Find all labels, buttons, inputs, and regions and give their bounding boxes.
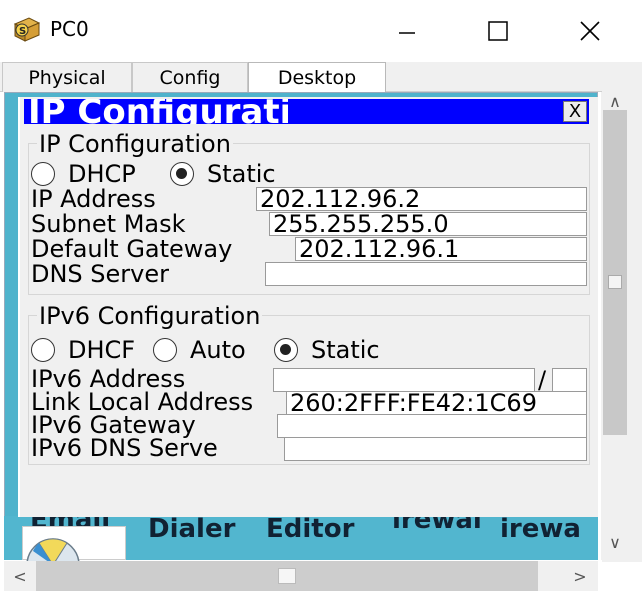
dns-server-field[interactable] — [265, 262, 587, 286]
window-bottom-edge — [0, 594, 642, 608]
default-gateway-label: Default Gateway — [31, 235, 233, 263]
ipv6-auto-radio[interactable] — [153, 338, 177, 362]
ipv6-address-field[interactable] — [273, 368, 535, 392]
dialer-app-label[interactable]: Dialer — [148, 514, 235, 544]
link-local-address-field[interactable]: 260:2FFF:FE42:1C69 — [286, 391, 587, 415]
ipv6-dns-server-field[interactable] — [284, 437, 587, 461]
ipv4-static-radio[interactable] — [170, 162, 194, 186]
ip-window-title: IP Configuratic — [28, 99, 288, 124]
editor-app-label[interactable]: Editor — [266, 514, 354, 544]
ipv6-prefix-field[interactable] — [552, 368, 587, 392]
ipv6-gateway-field[interactable] — [277, 414, 587, 438]
tab-config[interactable]: Config — [132, 62, 248, 92]
prefix-separator: / — [538, 366, 547, 394]
scroll-right-arrow-icon[interactable]: > — [566, 561, 594, 591]
default-gateway-field[interactable]: 202.112.96.1 — [295, 237, 587, 261]
ipv4-dhcp-label[interactable]: DHCP — [68, 162, 136, 186]
maximize-icon — [488, 21, 508, 41]
scroll-grip-icon — [608, 275, 622, 289]
window-title: PC0 — [50, 17, 89, 41]
ipv6-dhcp-radio[interactable] — [31, 338, 55, 362]
ipv6-group-title: IPv6 Configuration — [37, 302, 263, 330]
ip-window-titlebar: IP Configuratic — [24, 99, 589, 124]
scroll-left-arrow-icon[interactable]: < — [6, 561, 34, 591]
ipv6-firewall-app-label[interactable]: irewa — [500, 514, 581, 544]
scroll-up-arrow-icon[interactable]: ∧ — [601, 92, 629, 111]
close-button[interactable] — [567, 8, 613, 54]
ipv6-dhcp-label[interactable]: DHCF — [68, 338, 144, 362]
ipv6-auto-label[interactable]: Auto — [190, 338, 246, 362]
svg-text:S: S — [19, 26, 26, 37]
ipv6-gateway-label: IPv6 Gateway — [31, 411, 196, 439]
title-bar — [0, 0, 642, 62]
vertical-scroll-thumb[interactable] — [603, 110, 627, 435]
minimize-icon — [399, 32, 415, 34]
tab-desktop[interactable]: Desktop — [248, 62, 386, 92]
scroll-down-arrow-icon[interactable]: ∨ — [601, 530, 629, 554]
ipv6-dns-server-label: IPv6 DNS Serve — [31, 436, 218, 460]
ipv4-static-label[interactable]: Static — [207, 162, 276, 186]
email-app-tile[interactable] — [22, 526, 126, 561]
ipv6-static-radio[interactable] — [274, 338, 298, 362]
ip-address-label: IP Address — [31, 185, 156, 213]
ipv4-dhcp-radio[interactable] — [31, 162, 55, 186]
ipv4-group-title: IP Configuration — [37, 130, 233, 158]
app-icon — [26, 538, 80, 561]
subnet-mask-field[interactable]: 255.255.255.0 — [269, 212, 587, 236]
subnet-mask-label: Subnet Mask — [31, 210, 186, 238]
tab-physical[interactable]: Physical — [2, 62, 132, 92]
maximize-button[interactable] — [475, 8, 521, 54]
packet-tracer-pc-icon: S — [12, 15, 42, 45]
minimize-button[interactable] — [384, 8, 430, 54]
hscroll-grip-icon — [278, 568, 296, 584]
ipv6-static-label[interactable]: Static — [311, 338, 385, 362]
ip-window-close-button[interactable]: X — [563, 101, 587, 122]
close-icon — [580, 21, 600, 41]
ip-address-field[interactable]: 202.112.96.2 — [256, 187, 587, 211]
dns-server-label: DNS Server — [31, 260, 169, 288]
